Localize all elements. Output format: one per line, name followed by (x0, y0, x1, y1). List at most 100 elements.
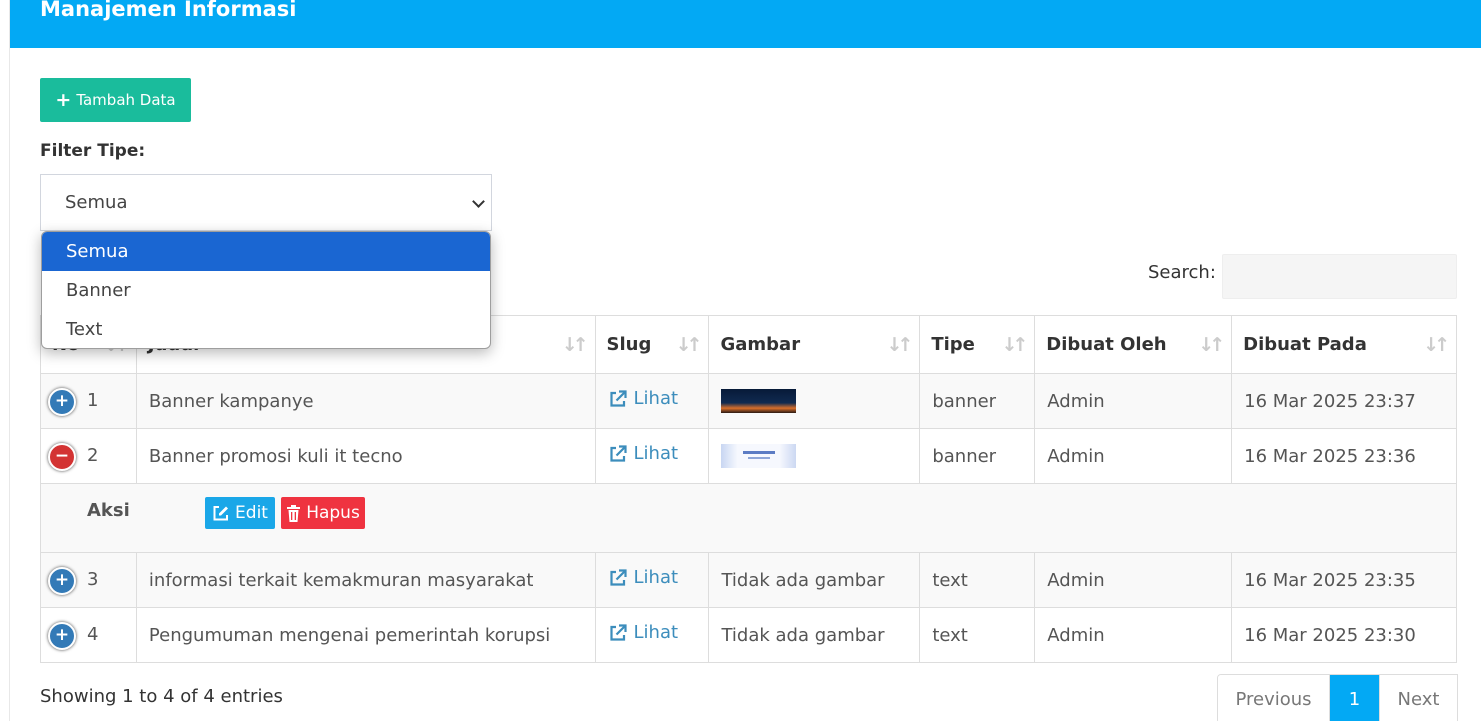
view-link[interactable]: Lihat (608, 388, 679, 410)
cell-judul: Banner kampanye (135, 373, 596, 429)
column-label: Dibuat Pada (1243, 334, 1367, 355)
cell-slug: Lihat (594, 552, 710, 608)
sort-icon: ↓↑ (886, 334, 913, 356)
plus-icon: + (55, 88, 72, 111)
page-1-button[interactable]: 1 (1330, 675, 1379, 721)
sort-icon: ↓↑ (675, 334, 703, 356)
view-link-label: Lihat (633, 567, 679, 589)
view-link-label: Lihat (633, 443, 679, 465)
column-label: Gambar (720, 334, 801, 355)
external-link-icon (609, 445, 627, 462)
table-row: −2 Banner promosi kuli it tecno Lihat ba… (40, 428, 1457, 484)
page-header: Manajemen Informasi (10, 0, 1481, 48)
view-link-label: Lihat (633, 622, 679, 644)
cell-dibuat-pada: 16 Mar 2025 23:37 (1231, 373, 1457, 429)
column-header-tipe[interactable]: Tipe ↓↑ (919, 315, 1036, 374)
external-link-icon (609, 569, 627, 586)
filter-type-dropdown: Semua Banner Text (41, 231, 491, 349)
cell-judul: Pengumuman mengenai pemerintah korupsi (135, 607, 596, 663)
cell-dibuat-oleh: Admin (1034, 373, 1233, 429)
option-semua[interactable]: Semua (42, 232, 490, 271)
view-link[interactable]: Lihat (608, 622, 679, 644)
sort-icon: ↓↑ (1001, 334, 1028, 356)
banner-thumbnail (721, 389, 797, 413)
delete-button[interactable]: Hapus (281, 497, 365, 529)
cell-dibuat-oleh: Admin (1034, 607, 1233, 663)
chevron-down-icon (472, 195, 485, 208)
view-link-label: Lihat (633, 388, 679, 410)
cell-gambar (708, 373, 921, 429)
search-input[interactable] (1222, 254, 1457, 299)
table-row: +3 informasi terkait kemakmuran masyarak… (40, 552, 1457, 608)
cell-dibuat-oleh: Admin (1034, 552, 1233, 608)
option-banner[interactable]: Banner (42, 271, 490, 310)
cell-dibuat-oleh: Admin (1034, 428, 1233, 484)
information-table: No↓↑ Judul↓↑ Slug↓↑ Gambar↓↑ Tipe↓↑ Dibu… (40, 315, 1457, 663)
pagination: Previous 1 Next (1217, 674, 1458, 721)
filter-type-label: Filter Tipe: (40, 141, 146, 161)
column-header-slug[interactable]: Slug ↓↑ (594, 315, 710, 374)
row-number: 1 (87, 390, 99, 411)
next-page-button[interactable]: Next (1379, 675, 1457, 721)
table-row: +1 Banner kampanye Lihat banner Admin 16… (40, 373, 1457, 429)
delete-label: Hapus (306, 503, 360, 523)
row-number: 4 (87, 624, 99, 645)
cell-gambar: Tidak ada gambar (708, 607, 921, 663)
search-label: Search: (1148, 262, 1216, 283)
external-link-icon (609, 624, 627, 641)
add-data-button[interactable]: + Tambah Data (40, 78, 191, 122)
cell-tipe: text (919, 607, 1036, 663)
row-number: 2 (87, 445, 99, 466)
filter-selected-value: Semua (65, 192, 128, 213)
previous-page-button[interactable]: Previous (1218, 675, 1330, 721)
cell-tipe: banner (919, 428, 1036, 484)
column-label: Slug (606, 334, 652, 355)
cell-dibuat-pada: 16 Mar 2025 23:35 (1231, 552, 1457, 608)
sort-icon: ↓↑ (1198, 334, 1225, 356)
view-link[interactable]: Lihat (608, 567, 679, 589)
external-link-icon (609, 390, 627, 407)
cell-tipe: banner (919, 373, 1036, 429)
cell-gambar (708, 428, 921, 484)
column-header-dibuat-pada[interactable]: Dibuat Pada ↓↑ (1231, 315, 1457, 374)
collapse-row-icon[interactable]: − (48, 443, 76, 471)
sort-icon: ↓↑ (561, 334, 589, 356)
banner-thumbnail (721, 444, 797, 468)
expand-row-icon[interactable]: + (48, 622, 76, 650)
trash-icon (287, 504, 301, 522)
column-label: Tipe (931, 334, 975, 355)
cell-no: +3 (40, 552, 137, 608)
cell-slug: Lihat (594, 373, 710, 429)
sidebar-edge (0, 0, 10, 721)
sort-icon: ↓↑ (1423, 334, 1450, 356)
cell-dibuat-pada: 16 Mar 2025 23:30 (1231, 607, 1457, 663)
cell-no: +1 (40, 373, 137, 429)
cell-slug: Lihat (594, 428, 710, 484)
cell-no: −2 (40, 428, 137, 484)
row-number: 3 (87, 569, 99, 590)
expand-row-icon[interactable]: + (48, 567, 76, 595)
cell-dibuat-pada: 16 Mar 2025 23:36 (1231, 428, 1457, 484)
cell-no: +4 (40, 607, 137, 663)
table-info: Showing 1 to 4 of 4 entries (40, 686, 283, 707)
option-text[interactable]: Text (42, 310, 490, 348)
edit-label: Edit (235, 503, 268, 523)
cell-tipe: text (919, 552, 1036, 608)
column-header-gambar[interactable]: Gambar ↓↑ (708, 315, 921, 374)
table-row: +4 Pengumuman mengenai pemerintah korups… (40, 607, 1457, 663)
actions-label: Aksi (87, 500, 130, 521)
cell-judul: Banner promosi kuli it tecno (135, 428, 596, 484)
column-header-dibuat-oleh[interactable]: Dibuat Oleh ↓↑ (1034, 315, 1233, 374)
filter-type-select[interactable]: Semua (40, 174, 492, 231)
add-data-label: Tambah Data (76, 91, 176, 109)
edit-button[interactable]: Edit (205, 497, 275, 529)
column-label: Dibuat Oleh (1046, 334, 1167, 355)
child-row-cell: Aksi Edit Hapus (40, 483, 1457, 553)
cell-judul: informasi terkait kemakmuran masyarakat (135, 552, 596, 608)
edit-icon (213, 506, 229, 521)
page-title: Manajemen Informasi (40, 0, 297, 21)
expand-row-icon[interactable]: + (48, 388, 76, 416)
cell-gambar: Tidak ada gambar (708, 552, 921, 608)
child-row-actions: Aksi Edit Hapus (40, 483, 1457, 553)
view-link[interactable]: Lihat (608, 443, 679, 465)
